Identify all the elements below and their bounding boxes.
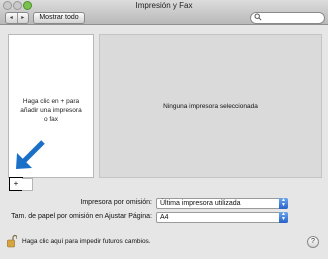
- lock-message[interactable]: Haga clic aquí para impedir futuros camb…: [22, 238, 151, 245]
- lock-icon[interactable]: [7, 234, 17, 248]
- hint-line-1: Haga clic en + para: [22, 98, 80, 105]
- hint-line-3: o fax: [43, 116, 59, 123]
- paper-size-label: Tam. de papel por omisión en Ajustar Pág…: [11, 213, 152, 220]
- show-all-button[interactable]: Mostrar todo: [33, 12, 85, 24]
- search-icon: [254, 13, 262, 25]
- blue-arrow-icon: [16, 140, 45, 169]
- hint-line-2: añadir una impresora: [20, 107, 82, 114]
- default-printer-row: Impresora por omisión: Última impresora …: [0, 198, 328, 209]
- search-field[interactable]: [250, 12, 325, 24]
- printer-detail-panel: Ninguna impresora seleccionada: [99, 34, 322, 178]
- no-printer-message: Ninguna impresora seleccionada: [163, 103, 258, 110]
- paper-size-value: A4: [160, 214, 169, 221]
- add-printer-button[interactable]: +: [9, 177, 23, 191]
- default-printer-select[interactable]: Última impresora utilizada ▲ ▼: [156, 198, 288, 209]
- print-fax-window: Impresión y Fax ◂ ▸ Mostrar todo Haga cl…: [0, 0, 328, 259]
- window-title: Impresión y Fax: [135, 1, 193, 10]
- forward-button[interactable]: ▸: [16, 13, 29, 23]
- paper-size-row: Tam. de papel por omisión en Ajustar Pág…: [0, 212, 328, 223]
- select-arrows-icon: ▲ ▼: [279, 198, 288, 209]
- back-forward-buttons: ◂ ▸: [5, 12, 29, 24]
- back-button[interactable]: ◂: [6, 13, 17, 23]
- help-button[interactable]: ?: [307, 236, 319, 248]
- paper-size-select[interactable]: A4 ▲ ▼: [156, 212, 288, 223]
- remove-printer-button[interactable]: [22, 178, 33, 191]
- select-arrows-icon: ▲ ▼: [279, 212, 288, 223]
- title-bar: Impresión y Fax ◂ ▸ Mostrar todo: [0, 0, 328, 25]
- default-printer-value: Última impresora utilizada: [160, 200, 241, 207]
- add-printer-hint: Haga clic en + para añadir una impresora…: [15, 97, 87, 124]
- default-printer-label: Impresora por omisión:: [80, 199, 152, 206]
